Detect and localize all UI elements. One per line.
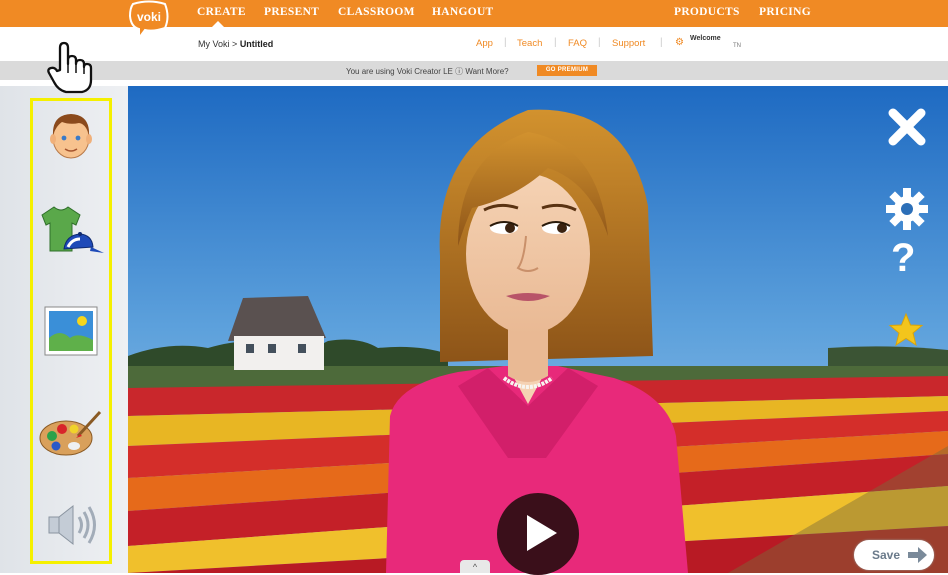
character-face-icon[interactable] — [33, 100, 109, 170]
help-icon[interactable]: ? — [891, 236, 915, 281]
collapse-toggle-button[interactable]: ^ — [460, 560, 490, 573]
nav-hangout[interactable]: HANGOUT — [432, 6, 494, 18]
nav-create[interactable]: CREATE — [197, 6, 246, 18]
divider: | — [554, 37, 557, 48]
star-icon[interactable] — [888, 312, 924, 353]
breadcrumb-separator: > — [232, 39, 238, 49]
promo-text: You are using Voki Creator LE ⓘ Want Mor… — [346, 67, 509, 76]
speaker-icon[interactable] — [33, 490, 109, 560]
nav-pricing[interactable]: PRICING — [759, 6, 811, 18]
voki-logo[interactable]: voki — [127, 0, 171, 41]
breadcrumb-root[interactable]: My Voki — [198, 39, 230, 49]
breadcrumb: My Voki > Untitled — [198, 39, 273, 49]
divider: | — [504, 37, 507, 48]
save-label: Save — [872, 548, 901, 562]
color-palette-icon[interactable] — [33, 398, 109, 468]
link-support[interactable]: Support — [612, 38, 645, 49]
welcome-user[interactable]: TN — [733, 43, 741, 49]
clothing-icon[interactable] — [33, 196, 109, 266]
arrow-right-icon — [908, 547, 927, 563]
nav-products[interactable]: PRODUCTS — [674, 6, 740, 18]
welcome-label: Welcome — [690, 35, 721, 42]
nav-present[interactable]: PRESENT — [264, 6, 319, 18]
link-faq[interactable]: FAQ — [568, 38, 587, 49]
play-icon — [527, 515, 557, 551]
promo-bar: You are using Voki Creator LE ⓘ Want Mor… — [0, 61, 948, 80]
save-button[interactable]: Save — [854, 540, 934, 570]
play-button[interactable] — [497, 493, 579, 575]
link-teach[interactable]: Teach — [517, 38, 542, 49]
go-premium-button[interactable]: GO PREMIUM — [537, 65, 597, 76]
gear-icon[interactable] — [884, 186, 930, 237]
divider: | — [660, 37, 663, 48]
breadcrumb-current: Untitled — [239, 39, 274, 49]
background-image-icon[interactable] — [33, 296, 109, 366]
nav-classroom[interactable]: CLASSROOM — [338, 6, 415, 18]
logo-text: voki — [137, 10, 161, 24]
link-app[interactable]: App — [476, 38, 493, 49]
settings-gear-icon[interactable]: ⚙ — [675, 37, 684, 48]
divider: | — [598, 37, 601, 48]
pointer-hand-icon — [44, 40, 96, 96]
close-icon[interactable] — [886, 106, 928, 153]
